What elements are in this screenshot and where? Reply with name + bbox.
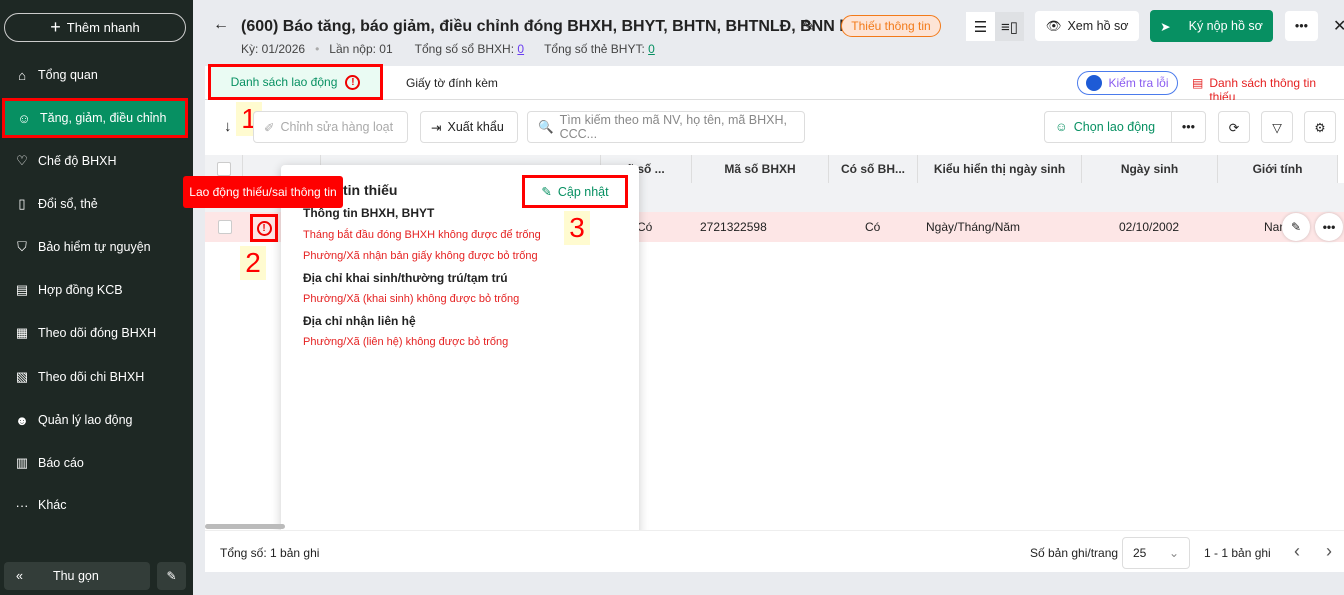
column-header[interactable]: Mã số BHXH	[692, 155, 829, 183]
user-check-icon: ☺	[1055, 120, 1068, 134]
sign-submit-button[interactable]: ➤ Ký nộp hồ sơ	[1150, 10, 1273, 42]
bhyt-count-link[interactable]: 0	[648, 42, 655, 56]
search-input[interactable]: 🔍 Tìm kiếm theo mã NV, họ tên, mã BHXH, C…	[527, 111, 805, 143]
payment-icon: ▧	[15, 369, 29, 384]
per-page-select[interactable]: 25 ⌄	[1122, 537, 1190, 569]
annotation-2: 2	[240, 246, 266, 280]
pencil-icon[interactable]: ✎	[802, 16, 815, 36]
row-more-button[interactable]: •••	[1315, 213, 1343, 241]
calendar-icon: ▦	[15, 325, 29, 340]
popup-title: tin thiếu	[343, 182, 398, 198]
sidebar-item-exchange[interactable]: ▯ Đổi sổ, thẻ	[0, 184, 193, 224]
list-view-button[interactable]: ☰	[966, 12, 995, 41]
back-arrow-icon[interactable]: ←	[213, 16, 229, 34]
sort-icon[interactable]: ↓	[224, 118, 232, 135]
robot-icon	[1086, 75, 1103, 91]
settings-button[interactable]: ⚙	[1304, 111, 1336, 143]
home-icon: ⌂	[18, 67, 26, 83]
next-page-button[interactable]: ›	[1326, 541, 1332, 562]
pencil-icon: ✎	[541, 185, 552, 199]
column-header[interactable]: Giới tính	[1218, 155, 1338, 183]
sidebar: + Thêm nhanh ⌂ Tổng quan ☺ Tăng, giảm, điều…	[0, 0, 193, 595]
search-icon: 🔍	[538, 119, 554, 134]
filter-button[interactable]: ▽	[1261, 111, 1293, 143]
eye-icon: 👁	[1045, 18, 1062, 33]
page-title: (600) Báo tăng, báo giảm, điều chỉnh đón…	[241, 18, 862, 35]
row-warning-button[interactable]: !	[250, 214, 278, 242]
column-header[interactable]: Có số BH...	[829, 155, 918, 183]
view-record-button[interactable]: 👁 Xem hồ sơ	[1035, 11, 1139, 41]
prev-page-button[interactable]: ‹	[1294, 541, 1300, 562]
edit-note-button[interactable]: ✎	[157, 562, 186, 590]
update-button[interactable]: ✎ Cập nhật	[522, 175, 628, 208]
close-icon[interactable]: ✕	[1333, 16, 1344, 36]
double-chevron-left-icon: «	[16, 569, 23, 583]
column-header[interactable]: Kiểu hiển thị ngày sinh	[918, 155, 1082, 183]
document-icon: ▯	[18, 196, 26, 211]
chevron-down-icon: ⌄	[1168, 546, 1179, 560]
missing-info-popup: tin thiếu ✎ Cập nhật 3 Thông tin BHXH, BH…	[281, 165, 639, 539]
user-adjust-icon: ☺	[17, 110, 31, 126]
status-badge: Thiếu thông tin	[841, 15, 941, 37]
table-footer: Tổng số: 1 bản ghi Số bản ghi/trang 25 ⌄ …	[205, 530, 1344, 572]
horizontal-scrollbar[interactable]	[205, 524, 285, 529]
bulk-edit-button[interactable]: ✐ Chỉnh sửa hàng loạt	[253, 111, 408, 143]
sidebar-item-regime[interactable]: ♡ Chế độ BHXH	[0, 141, 193, 181]
bhxh-count-link[interactable]: 0	[517, 42, 524, 56]
refresh-button[interactable]: ⟳	[1218, 111, 1250, 143]
choose-employee-button[interactable]: ☺ Chọn lao động	[1044, 111, 1172, 143]
more-icon: ···	[15, 497, 29, 513]
warning-icon: !	[256, 220, 272, 236]
eraser-icon: ✐	[264, 120, 275, 135]
collapse-button[interactable]: «Thu gọn	[4, 562, 150, 590]
warning-icon: !	[345, 74, 361, 90]
filter-icon: ▽	[1272, 120, 1282, 135]
sidebar-item-payment-tracking[interactable]: ▦ Theo dõi đóng BHXH	[0, 313, 193, 353]
tab-attachments[interactable]: Giấy tờ đính kèm	[406, 76, 498, 90]
more-button[interactable]: •••	[1285, 11, 1318, 41]
tab-employees[interactable]: Danh sách lao động!	[208, 64, 383, 100]
quick-add-button[interactable]: + Thêm nhanh	[4, 13, 186, 42]
contract-icon: ▤	[15, 282, 29, 297]
annotation-3: 3	[564, 211, 590, 245]
export-button[interactable]: ⇥ Xuất khẩu	[420, 111, 518, 143]
pencil-icon: ✎	[166, 569, 177, 583]
send-icon: ➤	[1160, 19, 1171, 34]
sidebar-item-reports[interactable]: ▥ Báo cáo	[0, 443, 193, 483]
edit-row-button[interactable]: ✎	[1282, 213, 1310, 241]
refresh-icon: ⟳	[1228, 120, 1240, 135]
sidebar-item-other[interactable]: ··· Khác	[0, 485, 193, 525]
sidebar-item-spend-tracking[interactable]: ▧ Theo dõi chi BHXH	[0, 357, 193, 397]
choose-more-button[interactable]: •••	[1171, 111, 1206, 143]
shield-heart-icon: ♡	[16, 153, 28, 168]
tooltip: Lao động thiếu/sai thông tin	[183, 176, 343, 208]
sidebar-item-overview[interactable]: ⌂ Tổng quan	[0, 55, 193, 95]
pencil-icon: ✎	[1290, 220, 1302, 234]
plus-icon: +	[50, 17, 61, 37]
row-checkbox[interactable]	[218, 220, 232, 234]
sidebar-item-adjust[interactable]: ☺ Tăng, giảm, điều chỉnh	[2, 98, 188, 138]
header-meta: Kỳ: 01/2026 • Lần nộp: 01 Tổng số sổ BHXH…	[241, 42, 655, 56]
export-icon: ⇥	[431, 120, 442, 135]
split-view-icon: ≡▯	[1000, 18, 1018, 36]
sidebar-item-voluntary[interactable]: ⛉ Bảo hiểm tự nguyện	[0, 227, 193, 267]
select-all-checkbox[interactable]	[216, 162, 231, 176]
check-errors-button[interactable]: Kiểm tra lỗi	[1077, 71, 1178, 95]
users-icon: ☻	[15, 412, 29, 428]
list-icon: ☰	[973, 18, 988, 36]
sidebar-item-employees[interactable]: ☻ Quản lý lao động	[0, 400, 193, 440]
report-icon: ▥	[15, 455, 29, 470]
sidebar-item-contract[interactable]: ▤ Hợp đồng KCB	[0, 270, 193, 310]
column-header[interactable]: Ngày sinh	[1082, 155, 1218, 183]
split-view-button[interactable]: ≡▯	[995, 12, 1024, 41]
gear-icon: ⚙	[1314, 120, 1326, 135]
shield-icon: ⛉	[17, 239, 27, 254]
